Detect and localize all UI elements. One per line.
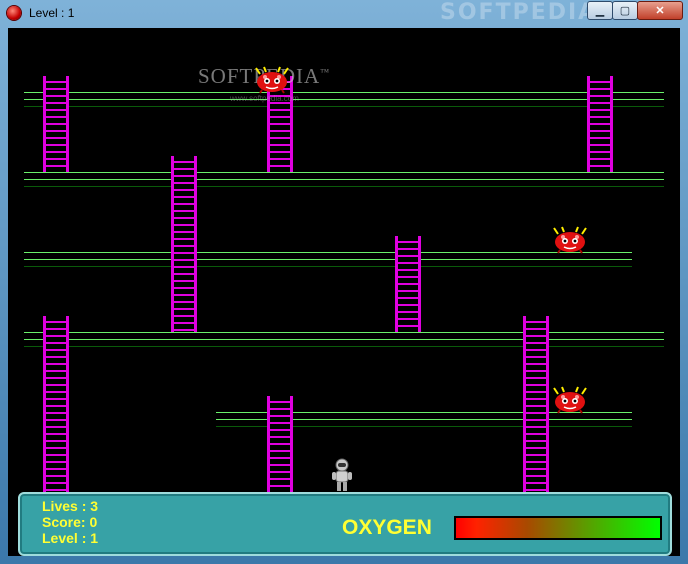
title-watermark: SOFTPEDIA [440, 0, 598, 25]
platform [24, 251, 632, 267]
score-display: Score: 0 [42, 514, 98, 530]
ladder [395, 236, 421, 332]
minimize-icon: ▁ [595, 5, 605, 17]
maximize-icon: ▢ [619, 5, 631, 17]
oxygen-bar [454, 516, 662, 540]
lives-display: Lives : 3 [42, 498, 99, 514]
ladder [267, 396, 293, 492]
red-orb-icon[interactable] [7, 6, 21, 20]
game-canvas[interactable]: SOFTPEDIA™ www.softpedia.com Lives: 3 S… [8, 28, 680, 556]
red-alien-icon[interactable] [254, 66, 290, 94]
platform [24, 171, 664, 187]
red-alien-icon[interactable] [552, 226, 588, 254]
close-button[interactable]: ✕ [637, 1, 683, 20]
status-panel: Lives : 3 Score: 0 Level : 1 OXYGEN [18, 492, 672, 556]
red-alien-icon[interactable] [552, 386, 588, 414]
platform [24, 331, 664, 347]
oxygen-bar-fill [456, 518, 660, 538]
watermark-tm: ™ [320, 67, 331, 77]
close-icon: ✕ [655, 5, 665, 17]
watermark-url: www.softpedia.com [230, 94, 299, 103]
ladder [43, 76, 69, 172]
title-bar[interactable]: Level : 1 SOFTPEDIA ▁ ▢ ✕ [0, 0, 688, 26]
oxygen-label: OXYGEN [342, 516, 432, 539]
platform [24, 91, 664, 107]
ladder [171, 156, 197, 332]
ladder [43, 316, 69, 492]
maximize-button[interactable]: ▢ [612, 1, 638, 20]
ladder [587, 76, 613, 172]
game-window: Level : 1 SOFTPEDIA ▁ ▢ ✕ SOFTPEDIA™ www… [0, 0, 688, 564]
level-display: Level : 1 [42, 530, 99, 546]
ladder [523, 316, 549, 492]
minimize-button[interactable]: ▁ [587, 1, 613, 20]
astronaut-icon[interactable] [331, 458, 353, 492]
window-title: Level : 1 [29, 6, 75, 20]
